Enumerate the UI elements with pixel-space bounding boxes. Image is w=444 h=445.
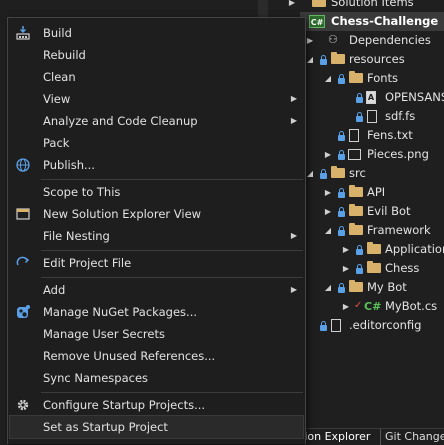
menu-item-manage-nuget[interactable]: Manage NuGet Packages... bbox=[10, 301, 303, 323]
chevron-right-icon[interactable]: ▶ bbox=[323, 145, 333, 164]
folder-icon bbox=[349, 280, 363, 292]
chevron-down-icon[interactable]: ◢ bbox=[323, 278, 333, 297]
chevron-right-icon[interactable]: ▶ bbox=[323, 183, 333, 202]
menu-separator bbox=[41, 392, 303, 393]
context-menu: Build Rebuild Clean View ▶ Analyze and C… bbox=[7, 17, 306, 444]
lock-icon bbox=[338, 226, 345, 236]
lock-icon bbox=[356, 264, 363, 274]
lock-icon bbox=[320, 321, 327, 331]
menu-separator bbox=[41, 277, 303, 278]
menu-item-view[interactable]: View ▶ bbox=[10, 88, 303, 110]
tab-solution-explorer[interactable]: tion Explorer bbox=[300, 429, 370, 445]
config-file-icon bbox=[331, 319, 341, 332]
chevron-right-icon[interactable]: ▶ bbox=[341, 240, 351, 259]
explorer-tabs: tion Explorer Git Change bbox=[300, 428, 444, 445]
tree-item-chess-challenge[interactable]: C# Chess-Challenge bbox=[300, 12, 444, 31]
folder-icon bbox=[331, 166, 345, 178]
dependencies-icon: ⚇ bbox=[328, 33, 338, 46]
tab-divider bbox=[380, 429, 381, 445]
folder-icon bbox=[349, 185, 363, 197]
menu-item-pack[interactable]: Pack bbox=[10, 132, 303, 154]
image-file-icon bbox=[348, 149, 361, 160]
menu-item-set-as-startup-project[interactable]: Set as Startup Project bbox=[9, 415, 304, 439]
folder-icon bbox=[331, 52, 345, 64]
lock-icon bbox=[356, 112, 363, 122]
csharp-project-icon: C# bbox=[309, 15, 325, 28]
lock-icon bbox=[338, 283, 345, 293]
folder-icon bbox=[349, 204, 363, 216]
chevron-right-icon[interactable]: ▶ bbox=[341, 297, 351, 316]
menu-item-manage-user-secrets[interactable]: Manage User Secrets bbox=[10, 323, 303, 345]
chevron-down-icon[interactable]: ◢ bbox=[323, 69, 333, 88]
font-file-icon: A bbox=[366, 91, 376, 104]
menu-item-clean[interactable]: Clean bbox=[10, 66, 303, 88]
lock-icon bbox=[338, 131, 345, 141]
lock-icon bbox=[356, 93, 363, 103]
globe-icon bbox=[16, 158, 30, 172]
menu-item-rebuild[interactable]: Rebuild bbox=[10, 44, 303, 66]
menu-item-scope-to-this[interactable]: Scope to This bbox=[10, 181, 303, 203]
file-icon bbox=[367, 110, 377, 123]
edit-project-icon bbox=[16, 256, 30, 266]
menu-item-publish[interactable]: Publish... bbox=[10, 154, 303, 176]
menu-item-sync-namespaces[interactable]: Sync Namespaces bbox=[10, 367, 303, 389]
submenu-arrow-icon: ▶ bbox=[290, 116, 297, 125]
tab-git-changes[interactable]: Git Change bbox=[385, 429, 444, 445]
gear-icon bbox=[17, 399, 29, 411]
lock-icon bbox=[338, 207, 345, 217]
csharp-file-icon: C# bbox=[364, 300, 382, 313]
folder-icon bbox=[312, 0, 326, 7]
new-view-icon bbox=[16, 208, 30, 220]
submenu-arrow-icon: ▶ bbox=[290, 231, 297, 240]
chevron-right-icon[interactable]: ▶ bbox=[323, 202, 333, 221]
folder-icon bbox=[349, 71, 363, 83]
build-icon bbox=[16, 26, 30, 40]
chevron-down-icon[interactable]: ◢ bbox=[305, 164, 315, 183]
tree-item-solution-items[interactable]: ▶ Solution Items bbox=[0, 0, 444, 12]
nuget-icon bbox=[17, 305, 30, 318]
menu-item-file-nesting[interactable]: File Nesting ▶ bbox=[10, 225, 303, 247]
lock-icon bbox=[338, 150, 345, 160]
menu-item-edit-project-file[interactable]: Edit Project File bbox=[10, 252, 303, 274]
lock-icon bbox=[338, 188, 345, 198]
chevron-right-icon[interactable]: ▶ bbox=[341, 259, 351, 278]
menu-separator bbox=[41, 250, 303, 251]
menu-item-new-solution-explorer-view[interactable]: New Solution Explorer View bbox=[10, 203, 303, 225]
lock-icon bbox=[338, 74, 345, 84]
lock-icon bbox=[320, 169, 327, 179]
folder-icon bbox=[349, 223, 363, 235]
lock-icon bbox=[356, 245, 363, 255]
chevron-right-icon[interactable]: ▶ bbox=[287, 0, 297, 12]
text-file-icon bbox=[349, 129, 359, 142]
chevron-down-icon[interactable]: ◢ bbox=[323, 221, 333, 240]
menu-item-analyze-code-cleanup[interactable]: Analyze and Code Cleanup ▶ bbox=[10, 110, 303, 132]
submenu-arrow-icon: ▶ bbox=[290, 285, 297, 294]
menu-separator bbox=[41, 179, 303, 180]
menu-item-remove-unused-references[interactable]: Remove Unused References... bbox=[10, 345, 303, 367]
folder-icon bbox=[367, 242, 381, 254]
menu-item-add[interactable]: Add ▶ bbox=[10, 279, 303, 301]
folder-icon bbox=[367, 261, 381, 273]
submenu-arrow-icon: ▶ bbox=[290, 94, 297, 103]
menu-item-configure-startup-projects[interactable]: Configure Startup Projects... bbox=[10, 394, 303, 416]
chevron-down-icon[interactable]: ◢ bbox=[305, 50, 315, 69]
chevron-right-icon[interactable]: ▶ bbox=[305, 31, 315, 50]
lock-icon bbox=[320, 55, 327, 65]
menu-item-build[interactable]: Build bbox=[10, 22, 303, 44]
